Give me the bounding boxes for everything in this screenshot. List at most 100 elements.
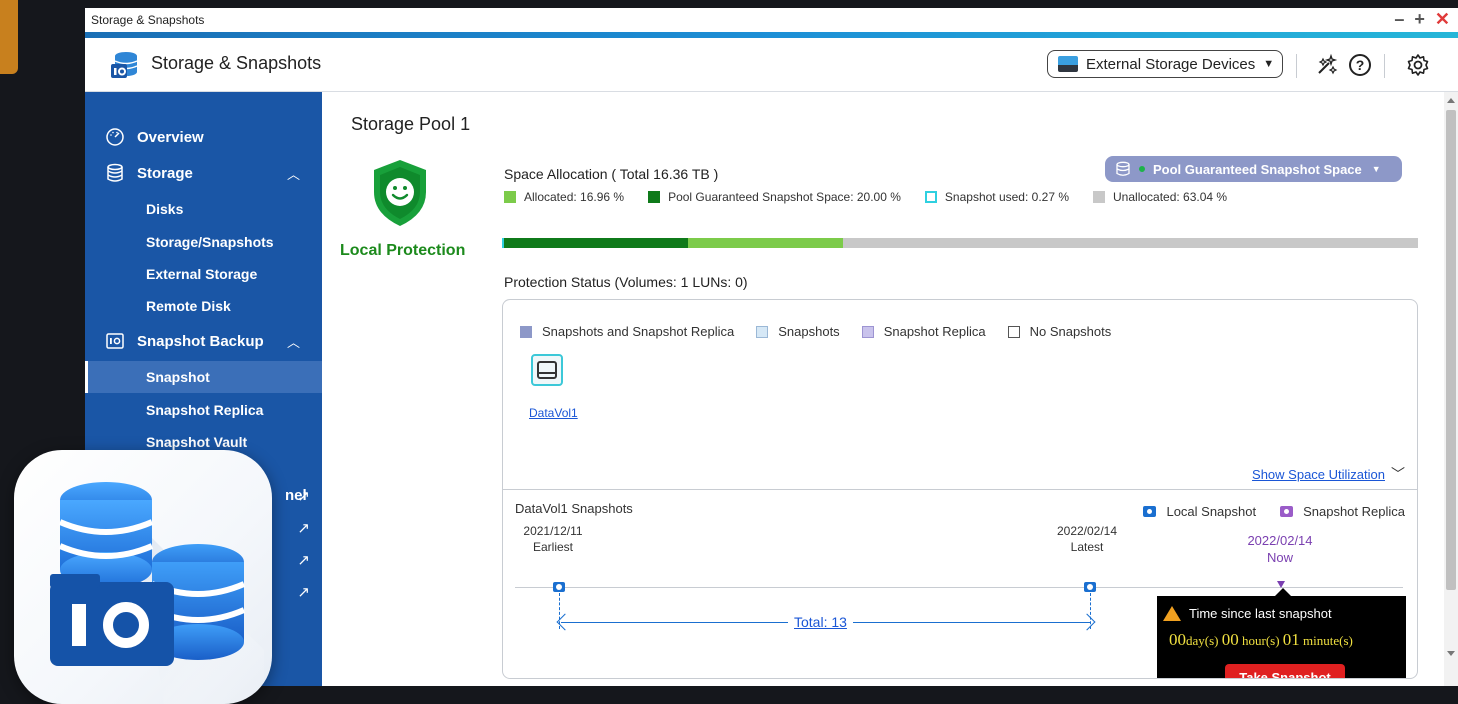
gear-icon[interactable]: [1405, 52, 1431, 78]
last-snapshot-tooltip: Time since last snapshot 00day(s) 00 hou…: [1157, 588, 1406, 678]
sidebar-item-label: Overview: [137, 128, 204, 146]
sidebar-item-label: Storage/Snapshots: [146, 234, 274, 250]
window-title: Storage & Snapshots: [91, 13, 205, 27]
disk-icon: [537, 361, 557, 379]
svg-text:?: ?: [1356, 57, 1365, 73]
protection-status-title: Protection Status (Volumes: 1 LUNs: 0): [504, 274, 748, 290]
database-icon: [1116, 161, 1130, 176]
total-snapshots-link[interactable]: Total: 13: [788, 614, 853, 630]
chevron-down-icon: ﹀: [1391, 466, 1405, 482]
app-title: Storage & Snapshots: [151, 53, 322, 73]
app-large-logo-icon: [14, 450, 272, 704]
sidebar-section-storage[interactable]: Storage ︿: [105, 162, 310, 184]
latest-snapshot-marker[interactable]: [1084, 582, 1096, 592]
now-marker: [1277, 581, 1285, 588]
sidebar-item-snapshot[interactable]: Snapshot: [85, 361, 322, 393]
sidebar-section-snapshot-backup[interactable]: Snapshot Backup ︿: [105, 330, 310, 352]
sidebar-section-label: Snapshot Backup: [137, 332, 264, 350]
sidebar-item-label: Snapshot Vault: [146, 434, 248, 450]
now-date: 2022/02/14: [1247, 533, 1313, 548]
legend-item: Local Snapshot: [1143, 504, 1256, 519]
volume-disk-icon[interactable]: [531, 354, 563, 386]
panel-divider: [503, 489, 1417, 490]
status-dot: [1139, 166, 1145, 172]
space-bar-segment: [687, 238, 844, 248]
legend-item: Snapshots and Snapshot Replica: [520, 324, 734, 339]
show-space-label: Show Space Utilization: [1252, 466, 1385, 482]
scroll-up-icon[interactable]: [1447, 98, 1455, 103]
external-link-icon[interactable]: ↗: [297, 487, 310, 505]
external-storage-dropdown[interactable]: External Storage Devices ▼: [1047, 50, 1283, 78]
legend-label: No Snapshots: [1029, 324, 1112, 339]
sidebar-item-storage-snapshots[interactable]: Storage/Snapshots: [85, 226, 322, 258]
sidebar-item-external-storage[interactable]: External Storage: [85, 258, 322, 290]
days-unit: day(s): [1186, 633, 1219, 648]
take-snapshot-button[interactable]: Take Snapshot: [1225, 664, 1345, 678]
minutes-value: 01: [1282, 630, 1300, 649]
sidebar-item-snapshot-replica[interactable]: Snapshot Replica: [85, 394, 322, 426]
earliest-date: 2021/12/11: [523, 524, 583, 538]
external-device-icon: [1058, 56, 1078, 72]
app-window: Storage & Snapshots – + ✕ Storage & Snap…: [85, 8, 1458, 686]
app-logo-icon: [111, 52, 138, 78]
legend-item: Snapshots: [756, 324, 840, 339]
sidebar-item-overview[interactable]: Overview: [105, 126, 310, 148]
space-allocation-bar: [502, 238, 1418, 248]
legend-label: Unallocated: 63.04 %: [1113, 190, 1228, 204]
sidebar-item-remote-disk[interactable]: Remote Disk: [85, 290, 322, 322]
legend-label: Allocated: 16.96 %: [524, 190, 625, 204]
scroll-down-icon[interactable]: [1447, 651, 1455, 656]
external-link-icon[interactable]: ↗: [297, 519, 310, 537]
caret-down-icon: ▼: [1371, 164, 1381, 174]
earliest-snapshot-marker[interactable]: [553, 582, 565, 592]
snapshot-replica-icon: [1280, 506, 1294, 517]
legend-label: Snapshots: [778, 324, 840, 339]
earliest-label: Earliest: [532, 540, 573, 554]
hours-value: 00: [1221, 630, 1239, 649]
latest-label: Latest: [1070, 540, 1104, 554]
vertical-scrollbar[interactable]: [1444, 92, 1458, 686]
header-separator: [1296, 54, 1297, 78]
pgs-button-label: Pool Guaranteed Snapshot Space: [1153, 161, 1362, 177]
legend-item: Allocated: 16.96 %: [504, 190, 624, 204]
snapshots-title: DataVol1 Snapshots: [515, 501, 633, 516]
database-icon: [105, 163, 125, 183]
scrollbar-thumb[interactable]: [1446, 110, 1456, 590]
legend-swatch: [1007, 325, 1020, 338]
external-link-icon[interactable]: ↗: [297, 583, 310, 601]
chevron-up-icon: ︿: [286, 166, 300, 182]
protection-panel: Snapshots and Snapshot Replica Snapshots…: [502, 299, 1418, 679]
local-snapshot-icon: [1143, 506, 1157, 517]
space-allocation-title: Space Allocation ( Total 16.36 TB ): [504, 166, 719, 182]
legend-swatch: [861, 325, 874, 338]
header-separator: [1384, 54, 1385, 78]
pool-guaranteed-snapshot-space-button[interactable]: Pool Guaranteed Snapshot Space ▼: [1105, 156, 1402, 182]
wand-icon[interactable]: [1314, 52, 1340, 78]
earliest-date-block: 2021/12/11 Earliest: [523, 523, 583, 555]
sidebar-item-label: External Storage: [146, 266, 258, 282]
legend-swatch: [924, 191, 937, 203]
legend-label: Snapshot Replica: [883, 324, 986, 339]
show-space-utilization-link[interactable]: Show Space Utilization ﹀: [1252, 464, 1405, 484]
external-storage-dropdown-label: External Storage Devices: [1086, 55, 1256, 73]
space-bar-segment: [504, 238, 688, 248]
snapshot-type-legend: Local Snapshot Snapshot Replica: [1119, 504, 1405, 519]
legend-label: Pool Guaranteed Snapshot Space: 20.00 %: [668, 190, 901, 204]
external-link-icon[interactable]: ↗: [297, 551, 310, 569]
warning-icon: [1163, 606, 1181, 621]
close-button[interactable]: ✕: [1435, 9, 1450, 29]
allocation-legend: Allocated: 16.96 % Pool Guaranteed Snaps…: [504, 190, 1251, 204]
legend-swatch: [1093, 191, 1106, 203]
protection-legend: Snapshots and Snapshot Replica Snapshots…: [520, 324, 1133, 339]
legend-swatch: [520, 325, 532, 338]
sidebar-item-disks[interactable]: Disks: [85, 193, 322, 225]
minimize-button[interactable]: –: [1394, 9, 1404, 29]
help-icon[interactable]: ?: [1347, 52, 1373, 78]
volume-link[interactable]: DataVol1: [529, 406, 578, 420]
tooltip-title: Time since last snapshot: [1189, 606, 1332, 621]
storage-snapshot-logo-icon: [50, 482, 264, 704]
legend-item: Snapshot used: 0.27 %: [924, 190, 1069, 204]
legend-swatch: [504, 191, 516, 203]
maximize-button[interactable]: +: [1414, 9, 1425, 29]
legend-item: No Snapshots: [1007, 324, 1112, 339]
